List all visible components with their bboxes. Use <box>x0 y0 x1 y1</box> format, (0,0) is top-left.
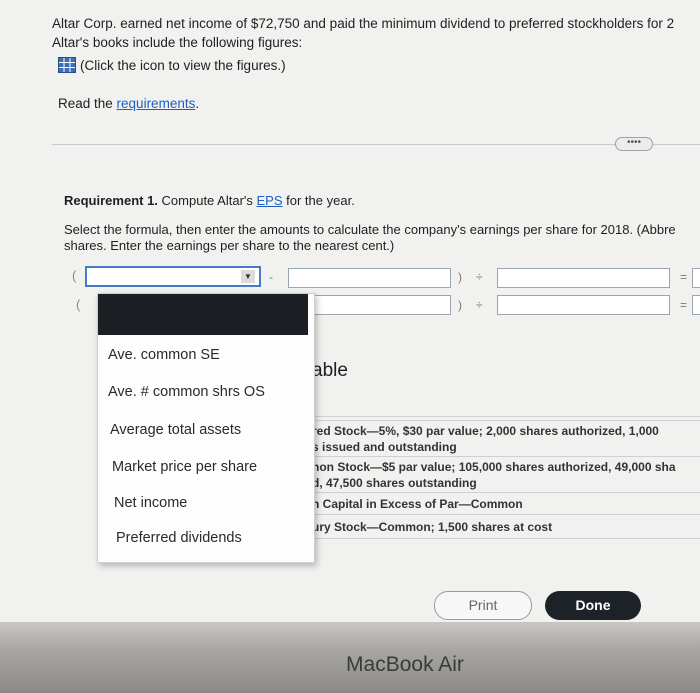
denominator-amount-1[interactable] <box>497 268 670 288</box>
dropdown-option[interactable]: Net income <box>114 495 187 511</box>
figure-row: non Stock—$5 par value; 105,000 shares a… <box>312 460 676 474</box>
numerator-select[interactable]: ▼ <box>85 266 261 287</box>
figure-row: d, 47,500 shares outstanding <box>312 476 477 490</box>
more-button[interactable]: •••• <box>615 137 653 151</box>
requirement-title: Requirement 1. Compute Altar's EPS for t… <box>64 193 355 208</box>
popup-rule-top-2 <box>310 420 700 421</box>
divide-sign-1: ÷ <box>476 270 483 284</box>
dropdown-option[interactable]: Preferred dividends <box>116 530 242 546</box>
instructions-line1: Select the formula, then enter the amoun… <box>64 222 676 237</box>
figure-row: s issued and outstanding <box>312 440 457 454</box>
equals-sign-2: = <box>680 298 688 312</box>
figure-row: red Stock—5%, $30 par value; 2,000 share… <box>312 424 659 438</box>
equals-sign-1: = <box>680 270 688 284</box>
figures-intro: Altar's books include the following figu… <box>52 35 303 50</box>
eps-result-2[interactable] <box>692 295 700 315</box>
dropdown-option[interactable]: Ave. common SE <box>108 347 220 363</box>
device-brand-label: MacBook Air <box>346 653 464 676</box>
formula-dropdown[interactable]: Ave. common SE Ave. # common shrs OS Ave… <box>97 293 315 563</box>
requirements-link[interactable]: requirements <box>117 96 196 111</box>
instructions-line2: shares. Enter the earnings per share to … <box>64 238 395 253</box>
popup-rule <box>310 492 700 493</box>
read-requirements: Read the requirements. <box>58 96 200 111</box>
close-paren-2: ) <box>458 298 462 312</box>
divide-sign-2: ÷ <box>476 298 483 312</box>
table-icon[interactable] <box>58 57 76 73</box>
denominator-amount-2[interactable] <box>497 295 670 315</box>
figures-icon-label: (Click the icon to view the figures.) <box>80 58 286 73</box>
section-divider <box>52 144 700 145</box>
figure-row: ury Stock—Common; 1,500 shares at cost <box>312 520 553 534</box>
done-button[interactable]: Done <box>545 591 641 620</box>
minus-sign: - <box>269 270 273 284</box>
chevron-down-icon[interactable]: ▼ <box>241 270 255 283</box>
popup-rule-bottom <box>310 538 700 539</box>
eps-link[interactable]: EPS <box>257 193 283 208</box>
dropdown-option[interactable]: Market price per share <box>112 459 257 475</box>
figure-row: n Capital in Excess of Par—Common <box>312 497 523 511</box>
popup-title: able <box>312 360 348 381</box>
laptop-bezel: MacBook Air <box>0 622 700 693</box>
browser-screen: Altar Corp. earned net income of $72,750… <box>0 0 700 622</box>
problem-statement: Altar Corp. earned net income of $72,750… <box>52 16 675 31</box>
dropdown-option[interactable]: Ave. # common shrs OS <box>108 384 265 400</box>
popup-rule <box>310 514 700 515</box>
eps-result-1[interactable] <box>692 268 700 288</box>
popup-rule-top <box>310 416 700 417</box>
open-paren-1: ( <box>72 268 77 283</box>
dropdown-selected-option[interactable] <box>98 294 308 335</box>
print-button[interactable]: Print <box>434 591 532 620</box>
open-paren-2: ( <box>76 297 81 312</box>
close-paren-1: ) <box>458 270 462 284</box>
figures-icon-row[interactable]: (Click the icon to view the figures.) <box>58 57 286 73</box>
numerator-amount-1[interactable] <box>288 268 451 288</box>
dropdown-option[interactable]: Average total assets <box>110 422 241 438</box>
popup-rule <box>310 456 700 457</box>
